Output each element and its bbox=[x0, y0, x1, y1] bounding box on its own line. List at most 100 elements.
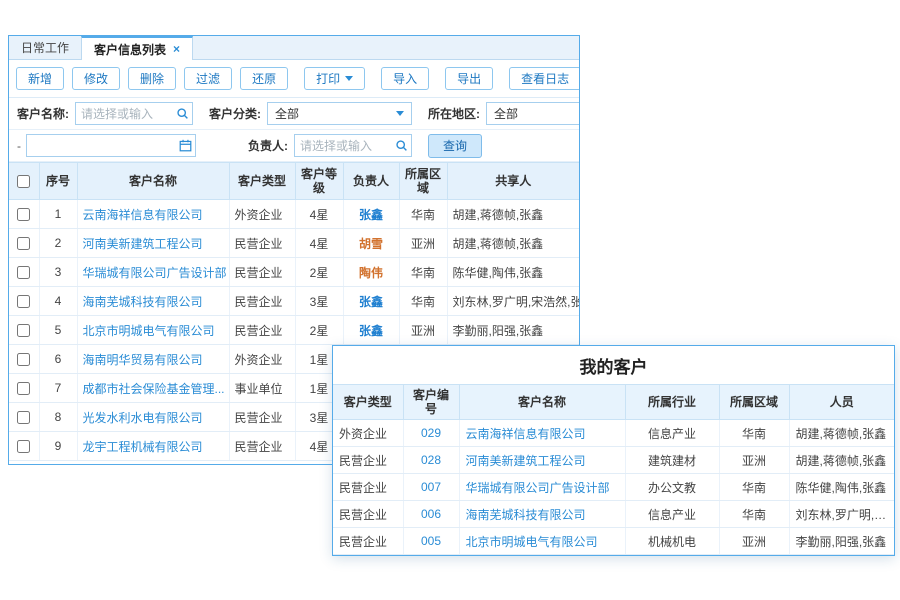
cell-industry: 信息产业 bbox=[625, 420, 719, 447]
table-row[interactable]: 3 华瑞城有限公司广告设计部 民营企业 2星 陶伟 华南 陈华健,陶伟,张鑫 bbox=[9, 258, 579, 287]
owner-link[interactable]: 张鑫 bbox=[359, 324, 383, 338]
customer-no-link[interactable]: 006 bbox=[421, 507, 441, 521]
checkbox-cell bbox=[9, 345, 39, 374]
customer-name-link[interactable]: 北京市明城电气有限公司 bbox=[83, 324, 215, 338]
row-checkbox[interactable] bbox=[17, 295, 30, 308]
cell-type: 民营企业 bbox=[229, 258, 295, 287]
owner-field bbox=[294, 134, 412, 157]
checkbox-cell bbox=[9, 229, 39, 258]
col-header-personnel: 人员 bbox=[789, 385, 894, 420]
customer-name-link[interactable]: 龙宇工程机械有限公司 bbox=[83, 440, 203, 454]
customer-name-link[interactable]: 北京市明城电气有限公司 bbox=[466, 535, 598, 549]
customer-name-label: 客户名称: bbox=[17, 105, 69, 122]
cell-shared: 刘东林,罗广明,宋浩然,张鑫 bbox=[447, 287, 579, 316]
customer-name-link[interactable]: 河南美新建筑工程公司 bbox=[83, 237, 203, 251]
customer-name-link[interactable]: 云南海祥信息有限公司 bbox=[83, 208, 203, 222]
cell-name: 北京市明城电气有限公司 bbox=[77, 316, 229, 345]
category-value: 全部 bbox=[275, 105, 299, 122]
table-row[interactable]: 民营企业 028 河南美新建筑工程公司 建筑建材 亚洲 胡建,蒋德帧,张鑫 bbox=[333, 447, 894, 474]
row-checkbox[interactable] bbox=[17, 237, 30, 250]
edit-button[interactable]: 修改 bbox=[72, 67, 120, 90]
owner-link[interactable]: 张鑫 bbox=[359, 295, 383, 309]
delete-button[interactable]: 删除 bbox=[128, 67, 176, 90]
cell-region: 华南 bbox=[719, 474, 789, 501]
category-label: 客户分类: bbox=[209, 105, 261, 122]
customer-name-link[interactable]: 华瑞城有限公司广告设计部 bbox=[83, 266, 227, 280]
col-header-name: 客户名称 bbox=[77, 163, 229, 200]
row-checkbox[interactable] bbox=[17, 353, 30, 366]
checkbox-cell bbox=[9, 258, 39, 287]
cell-shared: 胡建,蒋德帧,张鑫 bbox=[447, 229, 579, 258]
add-button[interactable]: 新增 bbox=[16, 67, 64, 90]
calendar-icon[interactable] bbox=[175, 139, 195, 152]
cell-personnel: 刘东林,罗广明,宋浩然... bbox=[789, 501, 894, 528]
search-icon[interactable] bbox=[391, 139, 411, 152]
table-row[interactable]: 民营企业 007 华瑞城有限公司广告设计部 办公文教 华南 陈华健,陶伟,张鑫 bbox=[333, 474, 894, 501]
cell-no: 6 bbox=[39, 345, 77, 374]
customer-name-link[interactable]: 海南芜城科技有限公司 bbox=[466, 508, 586, 522]
customer-no-link[interactable]: 028 bbox=[421, 453, 441, 467]
cell-type: 民营企业 bbox=[333, 528, 403, 555]
customer-name-link[interactable]: 光发水利水电有限公司 bbox=[83, 411, 203, 425]
cell-region: 华南 bbox=[399, 200, 447, 229]
tab-daily-work[interactable]: 日常工作 bbox=[9, 36, 81, 59]
tab-customer-list[interactable]: 客户信息列表 × bbox=[81, 36, 193, 60]
owner-link[interactable]: 陶伟 bbox=[359, 266, 383, 280]
cell-no: 007 bbox=[403, 474, 459, 501]
cell-type: 外资企业 bbox=[333, 420, 403, 447]
row-checkbox[interactable] bbox=[17, 266, 30, 279]
search-icon[interactable] bbox=[172, 107, 192, 120]
table-row[interactable]: 2 河南美新建筑工程公司 民营企业 4星 胡雪 亚洲 胡建,蒋德帧,张鑫 bbox=[9, 229, 579, 258]
tab-bar: 日常工作 客户信息列表 × bbox=[9, 36, 579, 60]
customer-name-input[interactable] bbox=[76, 107, 172, 121]
cell-name: 河南美新建筑工程公司 bbox=[77, 229, 229, 258]
customer-no-link[interactable]: 007 bbox=[421, 480, 441, 494]
customer-name-link[interactable]: 成都市社会保险基金管理... bbox=[83, 382, 225, 396]
chevron-down-icon bbox=[345, 76, 353, 81]
filter-button[interactable]: 过滤 bbox=[184, 67, 232, 90]
close-icon[interactable]: × bbox=[173, 43, 180, 55]
owner-link[interactable]: 胡雪 bbox=[359, 237, 383, 251]
view-log-button[interactable]: 查看日志 bbox=[509, 67, 580, 90]
table-row[interactable]: 民营企业 005 北京市明城电气有限公司 机械机电 亚洲 李勤丽,阳强,张鑫 bbox=[333, 528, 894, 555]
tab-label: 客户信息列表 bbox=[94, 41, 166, 58]
row-checkbox[interactable] bbox=[17, 440, 30, 453]
cell-personnel: 胡建,蒋德帧,张鑫 bbox=[789, 447, 894, 474]
table-row[interactable]: 民营企业 006 海南芜城科技有限公司 信息产业 华南 刘东林,罗广明,宋浩然.… bbox=[333, 501, 894, 528]
date-input[interactable] bbox=[27, 139, 175, 153]
table-header-row: 客户类型 客户编号 客户名称 所属行业 所属区域 人员 bbox=[333, 385, 894, 420]
cell-type: 民营企业 bbox=[333, 447, 403, 474]
cell-shared: 胡建,蒋德帧,张鑫 bbox=[447, 200, 579, 229]
cell-no: 029 bbox=[403, 420, 459, 447]
customer-name-link[interactable]: 华瑞城有限公司广告设计部 bbox=[466, 481, 610, 495]
customer-name-link[interactable]: 云南海祥信息有限公司 bbox=[466, 427, 586, 441]
row-checkbox[interactable] bbox=[17, 324, 30, 337]
cell-region: 华南 bbox=[719, 501, 789, 528]
cell-industry: 机械机电 bbox=[625, 528, 719, 555]
table-row[interactable]: 外资企业 029 云南海祥信息有限公司 信息产业 华南 胡建,蒋德帧,张鑫 bbox=[333, 420, 894, 447]
row-checkbox[interactable] bbox=[17, 208, 30, 221]
owner-input[interactable] bbox=[295, 139, 391, 153]
row-checkbox[interactable] bbox=[17, 411, 30, 424]
cell-industry: 办公文教 bbox=[625, 474, 719, 501]
select-all-checkbox[interactable] bbox=[17, 175, 30, 188]
checkbox-cell bbox=[9, 432, 39, 461]
import-button[interactable]: 导入 bbox=[381, 67, 429, 90]
query-button[interactable]: 查询 bbox=[428, 134, 482, 158]
table-row[interactable]: 1 云南海祥信息有限公司 外资企业 4星 张鑫 华南 胡建,蒋德帧,张鑫 bbox=[9, 200, 579, 229]
print-button[interactable]: 打印 bbox=[304, 67, 365, 90]
restore-button[interactable]: 还原 bbox=[240, 67, 288, 90]
customer-name-link[interactable]: 河南美新建筑工程公司 bbox=[466, 454, 586, 468]
owner-link[interactable]: 张鑫 bbox=[359, 208, 383, 222]
export-button[interactable]: 导出 bbox=[445, 67, 493, 90]
category-select[interactable]: 全部 bbox=[267, 102, 412, 125]
customer-no-link[interactable]: 029 bbox=[421, 426, 441, 440]
table-row[interactable]: 5 北京市明城电气有限公司 民营企业 2星 张鑫 亚洲 李勤丽,阳强,张鑫 bbox=[9, 316, 579, 345]
customer-name-link[interactable]: 海南芜城科技有限公司 bbox=[83, 295, 203, 309]
customer-no-link[interactable]: 005 bbox=[421, 534, 441, 548]
row-checkbox[interactable] bbox=[17, 382, 30, 395]
table-row[interactable]: 4 海南芜城科技有限公司 民营企业 3星 张鑫 华南 刘东林,罗广明,宋浩然,张… bbox=[9, 287, 579, 316]
col-header-level: 客户等级 bbox=[295, 163, 343, 200]
customer-name-link[interactable]: 海南明华贸易有限公司 bbox=[83, 353, 203, 367]
district-select[interactable]: 全部 bbox=[486, 102, 579, 125]
